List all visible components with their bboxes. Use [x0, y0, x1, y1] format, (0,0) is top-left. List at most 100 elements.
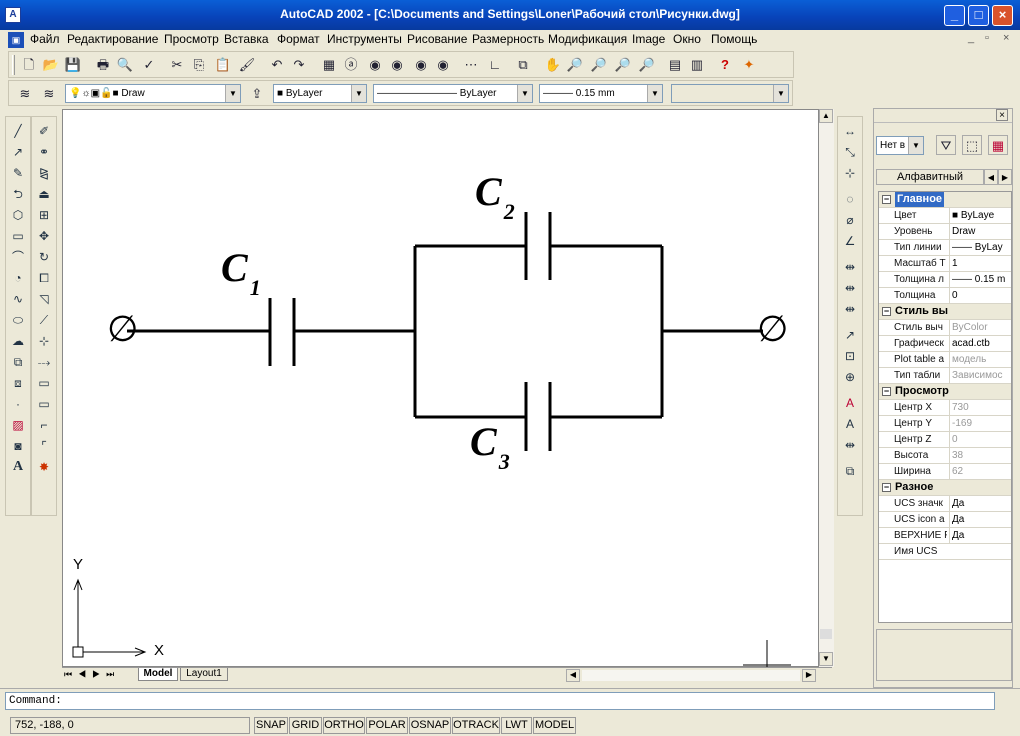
- grid-toggle[interactable]: GRID: [289, 717, 322, 734]
- break-at-point-icon[interactable]: ▭: [33, 394, 55, 414]
- cut-icon[interactable]: ✂: [167, 55, 187, 75]
- diameter-dimension-icon[interactable]: ⌀: [839, 210, 861, 230]
- menu-window[interactable]: Окно: [673, 32, 701, 46]
- color-select[interactable]: ■ ByLayer ▼: [273, 84, 367, 103]
- selection-select[interactable]: Нет в ▼: [876, 136, 924, 155]
- chevron-down-icon[interactable]: ▼: [908, 137, 923, 154]
- design-center-icon[interactable]: ▦: [319, 55, 339, 75]
- zoom-realtime-icon[interactable]: 🔎: [565, 55, 585, 75]
- region-icon[interactable]: ◙: [7, 436, 29, 456]
- browse-web-icon[interactable]: ◉: [433, 55, 453, 75]
- line-icon[interactable]: ╱: [7, 121, 29, 141]
- minimize-button[interactable]: _: [944, 5, 965, 26]
- publish-icon[interactable]: ◉: [387, 55, 407, 75]
- menu-view[interactable]: Просмотр: [164, 32, 219, 46]
- property-value[interactable]: Да: [949, 528, 1011, 543]
- help-icon[interactable]: ?: [715, 55, 735, 75]
- chevron-down-icon[interactable]: ▼: [773, 85, 788, 102]
- save-icon[interactable]: 💾: [63, 55, 83, 75]
- mtext-icon[interactable]: A: [7, 457, 29, 477]
- hscroll-left-icon[interactable]: ◀: [566, 669, 580, 682]
- chamfer-icon[interactable]: ⌐: [33, 415, 55, 435]
- tab-nav-icons[interactable]: ⏮◀▶⏭: [64, 669, 120, 680]
- property-value[interactable]: —— 0.15 m: [949, 272, 1011, 287]
- polyline-icon[interactable]: ✎: [7, 163, 29, 183]
- rectangle-icon[interactable]: ▭: [7, 226, 29, 246]
- baseline-dimension-icon[interactable]: ⇹: [839, 278, 861, 298]
- property-row[interactable]: Имя UCS: [879, 544, 1011, 560]
- property-row[interactable]: Центр X 730: [879, 400, 1011, 416]
- property-row[interactable]: Ширина 62: [879, 464, 1011, 480]
- ucs-icon[interactable]: ∟: [485, 55, 505, 75]
- menu-modify[interactable]: Модификация: [548, 32, 627, 46]
- property-value[interactable]: Draw: [949, 224, 1011, 239]
- menu-file[interactable]: Файл: [30, 32, 60, 46]
- layer-select[interactable]: 💡☼▣🔓■ Draw ▼: [65, 84, 241, 103]
- chevron-down-icon[interactable]: ▼: [647, 85, 662, 102]
- spellcheck-icon[interactable]: ✓: [139, 55, 159, 75]
- doc-close-button[interactable]: ×: [1003, 32, 1009, 44]
- tab-scroll-right-icon[interactable]: ▶: [998, 169, 1012, 185]
- named-views-icon[interactable]: ⧉: [513, 55, 533, 75]
- chevron-down-icon[interactable]: ▼: [517, 85, 532, 102]
- maximize-button[interactable]: □: [968, 5, 989, 26]
- scroll-thumb[interactable]: [820, 629, 832, 639]
- property-row[interactable]: Графическ acad.ctb: [879, 336, 1011, 352]
- adcenter-icon[interactable]: ▥: [687, 55, 707, 75]
- property-row[interactable]: ВЕРХНИЕ Р Да: [879, 528, 1011, 544]
- tab-scroll-left-icon[interactable]: ◀: [984, 169, 998, 185]
- insert-block-icon[interactable]: ⧉: [7, 352, 29, 372]
- circle-icon[interactable]: ◔: [7, 268, 29, 288]
- fillet-icon[interactable]: ⌜: [33, 436, 55, 456]
- property-row[interactable]: Цвет ■ ByLaye: [879, 208, 1011, 224]
- property-row[interactable]: UCS icon a Да: [879, 512, 1011, 528]
- print-preview-icon[interactable]: 🔍: [115, 55, 135, 75]
- zoom-previous-icon[interactable]: 🔎: [613, 55, 633, 75]
- collapse-icon[interactable]: −: [882, 195, 891, 204]
- zoom-extents-icon[interactable]: 🔎: [637, 55, 657, 75]
- linear-dimension-icon[interactable]: ↔: [839, 121, 861, 141]
- layer-manager-icon[interactable]: ≋: [15, 84, 35, 104]
- toolbar-grip[interactable]: [12, 55, 15, 75]
- new-icon[interactable]: 🗋: [19, 55, 39, 75]
- collapse-icon[interactable]: −: [882, 307, 891, 316]
- today-icon[interactable]: ⓐ: [341, 55, 361, 75]
- copy-object-icon[interactable]: ⚭: [33, 142, 55, 162]
- make-layer-current-icon[interactable]: ⇪: [247, 84, 267, 104]
- property-row[interactable]: Plot table a модель: [879, 352, 1011, 368]
- zoom-window-icon[interactable]: 🔎: [589, 55, 609, 75]
- center-mark-icon[interactable]: ⊕: [839, 367, 861, 387]
- property-row[interactable]: Толщина л —— 0.15 m: [879, 272, 1011, 288]
- scale-icon[interactable]: ⧠: [33, 268, 55, 288]
- object-snap-icon[interactable]: ⋯: [461, 55, 481, 75]
- dimension-edit-icon[interactable]: A: [839, 393, 861, 413]
- collapse-icon[interactable]: −: [882, 387, 891, 396]
- tab-layout1[interactable]: Layout1: [180, 668, 228, 681]
- snap-toggle[interactable]: SNAP: [254, 717, 288, 734]
- menu-tools[interactable]: Инструменты: [327, 32, 402, 46]
- command-input[interactable]: Command:: [5, 692, 995, 710]
- property-value[interactable]: acad.ctb: [949, 336, 1011, 351]
- ordinate-dimension-icon[interactable]: ⊹: [839, 163, 861, 183]
- tolerance-icon[interactable]: ⊡: [839, 346, 861, 366]
- menu-insert[interactable]: Вставка: [224, 32, 269, 46]
- menu-help[interactable]: Помощь: [711, 32, 757, 46]
- dimension-style-icon[interactable]: ⧉: [839, 461, 861, 481]
- break-icon[interactable]: ▭: [33, 373, 55, 393]
- hyperlink-icon[interactable]: ◉: [411, 55, 431, 75]
- property-row[interactable]: Уровень Draw: [879, 224, 1011, 240]
- coordinate-display[interactable]: 752, -188, 0: [10, 717, 250, 734]
- angular-dimension-icon[interactable]: ∠: [839, 231, 861, 251]
- ellipse-icon[interactable]: ⬭: [7, 310, 29, 330]
- model-toggle[interactable]: MODEL: [533, 717, 576, 734]
- lengthen-icon[interactable]: ⟋: [33, 310, 55, 330]
- doc-restore-button[interactable]: ▫: [985, 32, 989, 44]
- quick-dimension-icon[interactable]: ⇹: [839, 257, 861, 277]
- continue-dimension-icon[interactable]: ⇹: [839, 299, 861, 319]
- menu-image[interactable]: Image: [632, 32, 665, 46]
- trim-icon[interactable]: ⊹: [33, 331, 55, 351]
- erase-icon[interactable]: ✐: [33, 121, 55, 141]
- aligned-dimension-icon[interactable]: ⤡: [839, 142, 861, 162]
- hexagon-icon[interactable]: ⬡: [7, 205, 29, 225]
- plotstyle-select[interactable]: ▼: [671, 84, 789, 103]
